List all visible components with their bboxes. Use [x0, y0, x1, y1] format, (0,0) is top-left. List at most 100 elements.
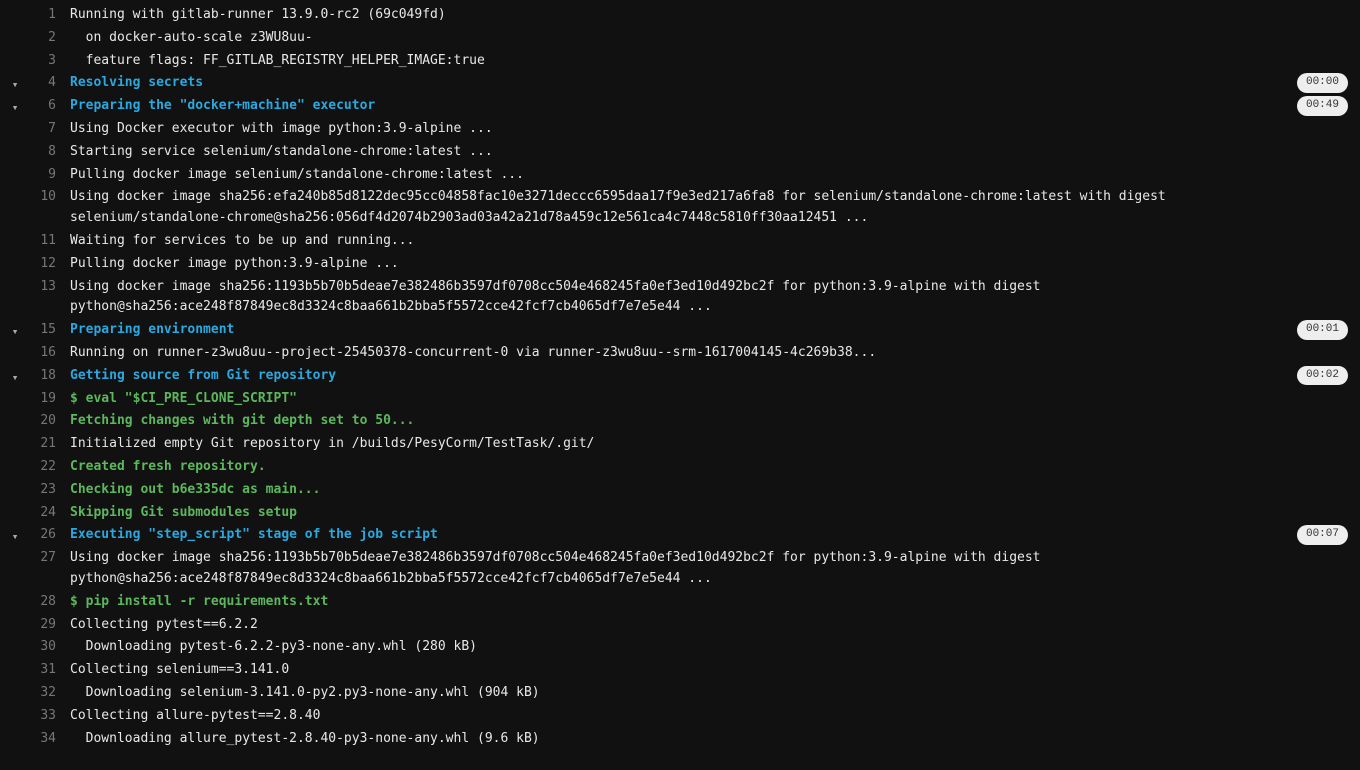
log-text: Executing "step_script" stage of the job… — [70, 525, 1360, 546]
log-section-header[interactable]: ▾6Preparing the "docker+machine" executo… — [0, 95, 1360, 118]
log-text: Created fresh repository. — [70, 457, 1360, 478]
log-line: 16Running on runner-z3wu8uu--project-254… — [0, 342, 1360, 365]
gutter: 30 — [0, 637, 70, 658]
log-text: Getting source from Git repository — [70, 366, 1360, 387]
chevron-down-icon — [6, 119, 24, 122]
duration-badge: 00:49 — [1297, 96, 1348, 116]
log-section-header[interactable]: ▾18Getting source from Git repository00:… — [0, 365, 1360, 388]
log-text: Preparing environment — [70, 320, 1360, 341]
gutter: ▾6 — [0, 96, 70, 117]
gutter: 13 — [0, 277, 70, 298]
line-number: 16 — [24, 343, 70, 364]
log-line: 2 on docker-auto-scale z3WU8uu- — [0, 27, 1360, 50]
line-number: 29 — [24, 615, 70, 636]
line-number: 28 — [24, 592, 70, 613]
log-text: Checking out b6e335dc as main... — [70, 480, 1360, 501]
log-section-header[interactable]: ▾4Resolving secrets00:00 — [0, 72, 1360, 95]
chevron-down-icon — [6, 434, 24, 437]
chevron-down-icon — [6, 637, 24, 640]
line-number: 9 — [24, 165, 70, 186]
log-section-header[interactable]: ▾26Executing "step_script" stage of the … — [0, 524, 1360, 547]
gutter: 21 — [0, 434, 70, 455]
log-line: 21Initialized empty Git repository in /b… — [0, 433, 1360, 456]
chevron-down-icon — [6, 457, 24, 460]
gutter: 11 — [0, 231, 70, 252]
gutter: 29 — [0, 615, 70, 636]
log-line: 29Collecting pytest==6.2.2 — [0, 614, 1360, 637]
gutter: ▾18 — [0, 366, 70, 387]
gutter: 1 — [0, 5, 70, 26]
log-line: 23Checking out b6e335dc as main... — [0, 479, 1360, 502]
chevron-down-icon — [6, 277, 24, 280]
line-number: 6 — [24, 96, 70, 117]
line-number: 21 — [24, 434, 70, 455]
log-text: Collecting pytest==6.2.2 — [70, 615, 1360, 636]
line-number: 23 — [24, 480, 70, 501]
gutter: 9 — [0, 165, 70, 186]
chevron-down-icon — [6, 660, 24, 663]
line-number: 27 — [24, 548, 70, 569]
gutter: 12 — [0, 254, 70, 275]
chevron-down-icon — [6, 187, 24, 190]
job-log: 1Running with gitlab-runner 13.9.0-rc2 (… — [0, 0, 1360, 770]
chevron-down-icon — [6, 254, 24, 257]
log-line: 3 feature flags: FF_GITLAB_REGISTRY_HELP… — [0, 50, 1360, 73]
log-text: Running on runner-z3wu8uu--project-25450… — [70, 343, 1360, 364]
chevron-down-icon — [6, 5, 24, 8]
gutter: 31 — [0, 660, 70, 681]
log-text: Skipping Git submodules setup — [70, 503, 1360, 524]
line-number: 15 — [24, 320, 70, 341]
log-line: 27Using docker image sha256:1193b5b70b5d… — [0, 547, 1360, 591]
line-number: 30 — [24, 637, 70, 658]
log-line: 33Collecting allure-pytest==2.8.40 — [0, 705, 1360, 728]
gutter: 2 — [0, 28, 70, 49]
line-number: 19 — [24, 389, 70, 410]
log-text: Downloading selenium-3.141.0-py2.py3-non… — [70, 683, 1360, 704]
gutter: 23 — [0, 480, 70, 501]
log-text: Using docker image sha256:efa240b85d8122… — [70, 187, 1360, 229]
line-number: 11 — [24, 231, 70, 252]
line-number: 2 — [24, 28, 70, 49]
gutter: 16 — [0, 343, 70, 364]
log-text: Preparing the "docker+machine" executor — [70, 96, 1360, 117]
chevron-down-icon — [6, 615, 24, 618]
duration-badge: 00:01 — [1297, 320, 1348, 340]
log-line: 31Collecting selenium==3.141.0 — [0, 659, 1360, 682]
chevron-down-icon — [6, 548, 24, 551]
log-line: 11Waiting for services to be up and runn… — [0, 230, 1360, 253]
chevron-down-icon[interactable]: ▾ — [6, 73, 24, 94]
chevron-down-icon — [6, 729, 24, 732]
line-number: 18 — [24, 366, 70, 387]
gutter: 34 — [0, 729, 70, 750]
gutter: 19 — [0, 389, 70, 410]
log-line: 34 Downloading allure_pytest-2.8.40-py3-… — [0, 728, 1360, 751]
log-line: 24Skipping Git submodules setup — [0, 502, 1360, 525]
chevron-down-icon[interactable]: ▾ — [6, 320, 24, 341]
gutter: 27 — [0, 548, 70, 569]
line-number: 1 — [24, 5, 70, 26]
chevron-down-icon[interactable]: ▾ — [6, 525, 24, 546]
line-number: 3 — [24, 51, 70, 72]
log-line: 28$ pip install -r requirements.txt — [0, 591, 1360, 614]
log-text: Using Docker executor with image python:… — [70, 119, 1360, 140]
gutter: 24 — [0, 503, 70, 524]
chevron-down-icon — [6, 28, 24, 31]
duration-badge: 00:00 — [1297, 73, 1348, 93]
gutter: 7 — [0, 119, 70, 140]
line-number: 12 — [24, 254, 70, 275]
line-number: 8 — [24, 142, 70, 163]
line-number: 34 — [24, 729, 70, 750]
log-section-header[interactable]: ▾15Preparing environment00:01 — [0, 319, 1360, 342]
log-line: 7Using Docker executor with image python… — [0, 118, 1360, 141]
gutter: ▾4 — [0, 73, 70, 94]
log-line: 20Fetching changes with git depth set to… — [0, 410, 1360, 433]
log-line: 12Pulling docker image python:3.9-alpine… — [0, 253, 1360, 276]
gutter: 20 — [0, 411, 70, 432]
chevron-down-icon — [6, 683, 24, 686]
log-text: Collecting selenium==3.141.0 — [70, 660, 1360, 681]
log-text: Fetching changes with git depth set to 5… — [70, 411, 1360, 432]
chevron-down-icon — [6, 503, 24, 506]
chevron-down-icon — [6, 411, 24, 414]
chevron-down-icon[interactable]: ▾ — [6, 366, 24, 387]
chevron-down-icon[interactable]: ▾ — [6, 96, 24, 117]
